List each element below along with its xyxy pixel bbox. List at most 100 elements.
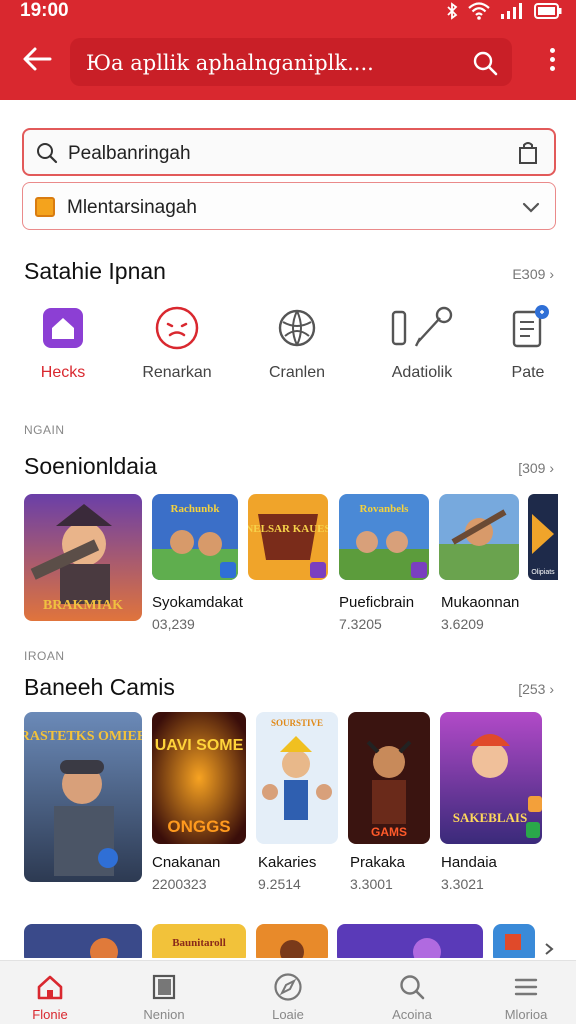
see-all-link[interactable]: [253 › <box>518 681 554 697</box>
status-time: 19:00 <box>20 0 69 21</box>
more-menu-icon[interactable] <box>548 48 556 74</box>
tile-art-text: Rachunbk <box>171 503 221 515</box>
search-icon <box>37 143 58 164</box>
nav-more[interactable]: Mlorioa <box>476 971 576 1022</box>
ball-icon <box>273 304 321 352</box>
game-tile[interactable]: UAVI SOME ONGGS <box>152 712 246 844</box>
game-title: Mukaonnan <box>441 594 520 611</box>
tools-icon <box>390 304 454 352</box>
game-tile[interactable] <box>337 924 483 958</box>
tile-art-text: GAMS <box>371 825 407 839</box>
game-downloads: 3.3001 <box>350 876 393 892</box>
nav-home[interactable]: Flonie <box>0 971 100 1022</box>
nav-label: Mlorioa <box>504 1007 548 1022</box>
signal-icon <box>501 3 522 19</box>
game-tile[interactable]: SOURSTIVE <box>256 712 338 844</box>
game-downloads: 03,239 <box>152 616 195 632</box>
game-title: Cnakanan <box>152 854 221 871</box>
game-tile[interactable]: SAKEBLAIS <box>440 712 542 844</box>
see-all-link[interactable]: ЕЗ09 › <box>512 266 554 282</box>
search-input[interactable]: Pealbanringah <box>68 143 191 165</box>
tile-art-text: RASTETKS OMIEE <box>24 729 142 744</box>
tile-art-text: SAKEBLAIS <box>453 810 527 825</box>
category-recommend[interactable]: Renarkan <box>127 304 227 382</box>
game-tile[interactable]: Rovanbels <box>339 494 429 580</box>
chevron-down-icon[interactable] <box>521 197 541 217</box>
category-label: Pate <box>511 364 545 381</box>
nav-library[interactable]: Nenion <box>114 971 214 1022</box>
game-downloads: 7.3205 <box>339 616 382 632</box>
game-tile[interactable] <box>493 924 535 958</box>
flag-icon <box>35 197 55 217</box>
bottom-navigation: Flonie Nenion Loaie Acoina Mlorioa <box>0 960 576 1024</box>
game-tile[interactable]: NELSAR KAUES <box>248 494 328 580</box>
section-tag: NGAIN <box>24 423 65 437</box>
tile-art-text: SOURSTIVE <box>271 718 323 728</box>
clipboard-icon <box>504 304 552 352</box>
status-icons <box>446 2 562 20</box>
nav-label: Acoina <box>392 1007 432 1022</box>
tile-art-text: Rovanbels <box>360 503 410 515</box>
compass-icon <box>274 973 302 1001</box>
back-arrow-icon[interactable] <box>20 42 54 76</box>
tile-art-text: ONGGS <box>167 817 230 836</box>
game-tile[interactable] <box>24 924 142 958</box>
bluetooth-icon <box>447 2 458 20</box>
game-title: Pueficbrain <box>339 594 415 611</box>
nav-search[interactable]: Acoina <box>362 971 462 1022</box>
url-text: Юа apllik aphalnganiplk.... <box>86 51 374 75</box>
game-downloads: 3.3021 <box>441 876 484 892</box>
category-row: Hecks Renarkan Cranlen Adatiolik Pate <box>0 304 576 394</box>
url-bar[interactable]: Юа apllik aphalnganiplk.... <box>70 38 512 86</box>
game-row-popular: BRAKMIAK Rachunbk NELSAR KAUES Rovanbels… <box>0 494 576 634</box>
game-title: Syokamdakat <box>152 594 243 611</box>
game-title: Handaia <box>441 854 497 871</box>
category-charts[interactable]: Cranlen <box>247 304 347 382</box>
game-title: Prakaka <box>350 854 406 871</box>
game-tile[interactable]: Olipiats <box>528 494 558 580</box>
nav-label: Flonie <box>32 1007 68 1022</box>
status-bar: 19:00 <box>0 0 576 24</box>
search-icon <box>400 975 425 1000</box>
menu-icon <box>514 978 538 996</box>
search-field[interactable]: Pealbanringah <box>22 128 556 176</box>
section-title-categories: Satahie Ipnan <box>24 258 166 284</box>
tile-art-text: Baunitaroll <box>172 937 226 949</box>
book-icon <box>152 974 176 1000</box>
section-title-games: Baneeh Camis <box>24 674 175 700</box>
game-tile[interactable]: GAMS <box>348 712 430 844</box>
category-pate[interactable]: Pate <box>478 304 576 382</box>
category-addiction[interactable]: Adatiolik <box>372 304 472 382</box>
tile-art-text: NELSAR KAUES <box>248 523 328 535</box>
game-downloads: 2200323 <box>152 876 207 892</box>
game-downloads: 9.2514 <box>258 876 301 892</box>
game-title: Kakaries <box>258 854 317 871</box>
category-label: Adatiolik <box>391 364 453 381</box>
face-icon <box>153 304 201 352</box>
section-title-popular: Soenionldaia <box>24 453 158 479</box>
game-tile[interactable]: Baunitaroll <box>152 924 246 958</box>
category-label: Cranlen <box>268 364 326 381</box>
game-tile[interactable]: RASTETKS OMIEE <box>24 712 142 882</box>
category-dropdown[interactable]: Mlentarsinagah <box>22 182 556 230</box>
game-tile[interactable] <box>439 494 519 580</box>
chevron-right-icon[interactable] <box>544 942 554 956</box>
home-icon <box>37 975 63 1000</box>
game-row-games: RASTETKS OMIEE UAVI SOME ONGGS SOURSTIVE … <box>0 712 576 892</box>
search-icon[interactable] <box>472 50 498 76</box>
nav-explore[interactable]: Loaie <box>238 971 338 1022</box>
category-label: Renarkan <box>142 364 212 381</box>
game-tile[interactable]: BRAKMIAK <box>24 494 142 621</box>
tile-art-text: Olipiats <box>531 569 555 576</box>
dropdown-value: Mlentarsinagah <box>67 197 197 218</box>
tile-art-text: UAVI SOME <box>155 737 244 754</box>
game-tile[interactable] <box>256 924 328 958</box>
game-row-more: Baunitaroll <box>0 924 576 958</box>
see-all-link[interactable]: [309 › <box>518 460 554 476</box>
game-tile[interactable]: Rachunbk <box>152 494 238 580</box>
app-bar: 19:00 Юа apllik aphalnganiplk.... <box>0 0 576 100</box>
game-downloads: 3.6209 <box>441 616 484 632</box>
category-home[interactable]: Hecks <box>13 304 113 382</box>
bag-icon[interactable] <box>516 140 540 166</box>
section-tag: IROAN <box>24 649 65 663</box>
